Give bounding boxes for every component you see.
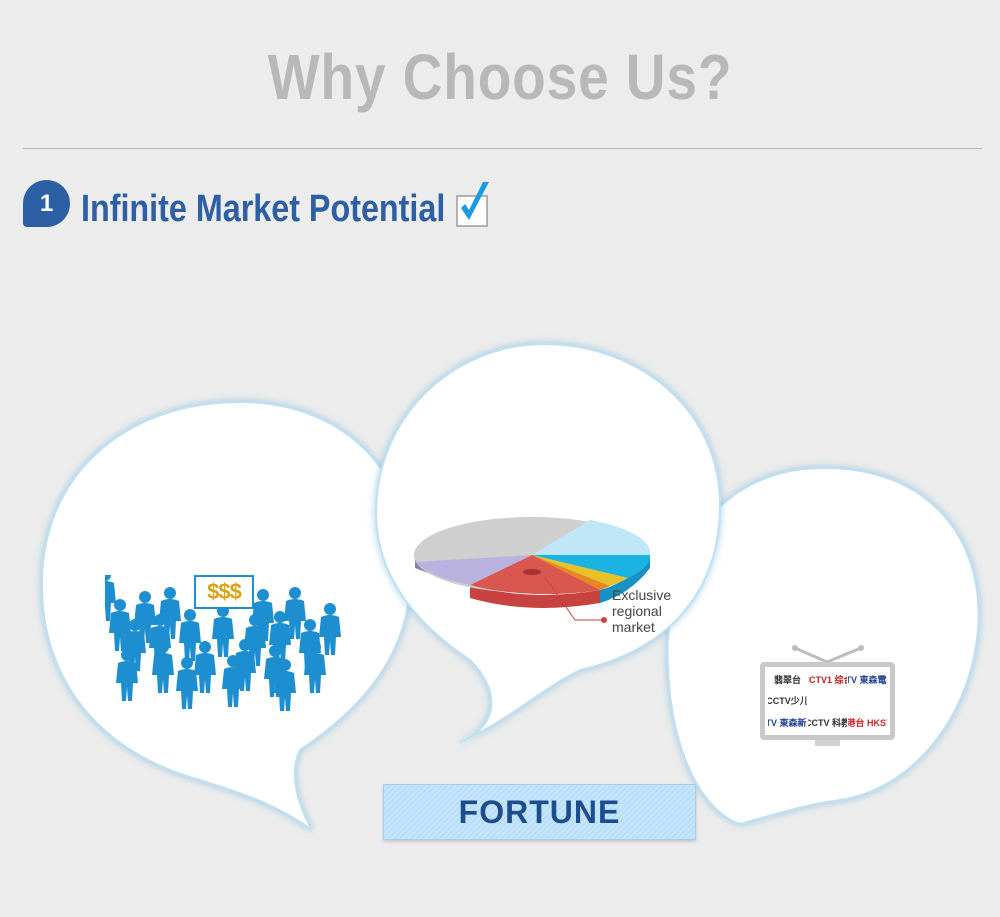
fortune-button[interactable]: FORTUNE [383,784,696,840]
divider [23,148,982,149]
section-heading: 1 Infinite Market Potential [23,176,623,236]
tv-screen: 翡翠台 CCTV1 综合 ETV 東森電視 CCTV少儿 ETV 東森新聞 CC… [760,662,895,740]
section-title: Infinite Market Potential [81,188,446,230]
tv-logo: CCTV1 综合 [808,674,847,685]
tv-logo: CCTV少儿 [768,696,807,707]
tv-logo: ETV 東森新聞 [768,718,807,729]
section-number-badge: 1 [23,180,70,227]
page-title: Why Choose Us? [267,41,733,113]
tv-logo: 翡翠台 [773,674,801,685]
crowd-illustration: $$$ [94,569,355,715]
checkmark-icon [456,182,489,227]
money-sign: $$$ [194,575,254,609]
tv-illustration: 翡翠台 CCTV1 综合 ETV 東森電視 CCTV少儿 ETV 東森新聞 CC… [755,642,900,752]
tv-logo [808,691,847,712]
tv-logo: CCTV 科教 [808,718,847,729]
tv-logo [848,691,887,712]
tv-logo: 本港台 HKSTV [848,718,887,729]
pie-label: Exclusive regional market [612,587,672,635]
tv-logo: ETV 東森電視 [848,674,887,685]
